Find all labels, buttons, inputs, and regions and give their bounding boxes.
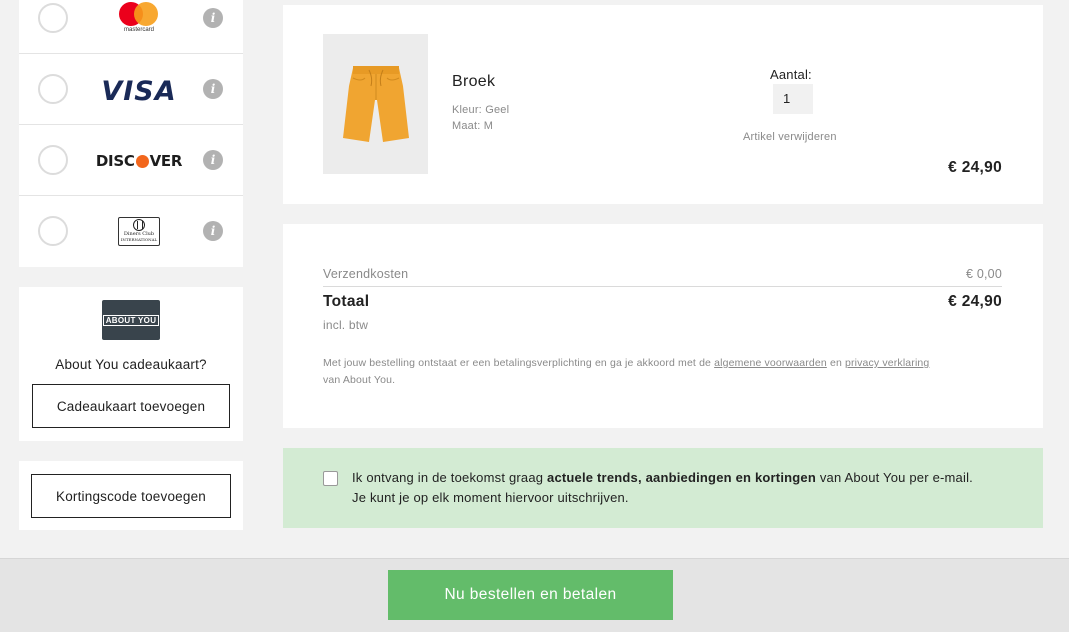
diners-club-logo: Diners Club INTERNATIONAL	[89, 216, 189, 246]
left-column: mastercard i VISA i DISC VER i Diners Clu…	[19, 0, 243, 530]
visa-radio[interactable]	[38, 74, 68, 104]
payment-option-visa[interactable]: VISA i	[19, 54, 243, 125]
discover-logo: DISC VER	[95, 152, 183, 170]
visa-logo: VISA	[101, 75, 177, 107]
place-order-button[interactable]: Nu bestellen en betalen	[388, 570, 673, 620]
total-value: € 24,90	[948, 293, 1002, 310]
info-icon[interactable]: i	[203, 79, 223, 99]
newsletter-optin: Ik ontvang in de toekomst graag actuele …	[283, 448, 1043, 528]
terms-link[interactable]: algemene voorwaarden	[714, 357, 827, 369]
shipping-value: € 0,00	[966, 267, 1002, 281]
mastercard-logo: mastercard	[89, 2, 189, 33]
newsletter-text: Ik ontvang in de toekomst graag actuele …	[352, 470, 973, 505]
cart-item-card: Broek Kleur: Geel Maat: M Aantal: 1 Arti…	[283, 5, 1043, 204]
mastercard-radio[interactable]	[38, 3, 68, 33]
product-image[interactable]	[323, 34, 428, 174]
info-icon[interactable]: i	[203, 150, 223, 170]
shipping-label: Verzendkosten	[323, 267, 409, 281]
quantity-label: Aantal:	[770, 67, 812, 82]
diners-radio[interactable]	[38, 216, 68, 246]
shipping-row: Verzendkosten € 0,00	[323, 267, 1002, 287]
add-coupon-button[interactable]: Kortingscode toevoegen	[31, 474, 231, 518]
payment-option-diners[interactable]: Diners Club INTERNATIONAL i	[19, 196, 243, 267]
product-name[interactable]: Broek	[452, 73, 495, 91]
mastercard-logo-text: mastercard	[123, 27, 154, 33]
product-color: Kleur: Geel	[452, 104, 510, 116]
shorts-image	[342, 66, 409, 142]
total-label: Totaal	[323, 293, 370, 310]
product-price: € 24,90	[948, 159, 1002, 176]
order-summary: Verzendkosten € 0,00 Totaal € 24,90 incl…	[283, 224, 1043, 428]
discover-radio[interactable]	[38, 145, 68, 175]
vat-note: incl. btw	[323, 318, 369, 332]
giftcard-question: About You cadeaukaart?	[55, 357, 207, 372]
checkout-footer: Nu bestellen en betalen	[0, 558, 1069, 632]
add-giftcard-button[interactable]: Cadeaukaart toevoegen	[32, 384, 230, 428]
privacy-link[interactable]: privacy verklaring	[845, 357, 929, 369]
info-icon[interactable]: i	[203, 221, 223, 241]
info-icon[interactable]: i	[203, 8, 223, 28]
product-size: Maat: M	[452, 120, 494, 132]
legal-text: Met jouw bestelling ontstaat er een beta…	[323, 357, 930, 386]
payment-option-discover[interactable]: DISC VER i	[19, 125, 243, 196]
payment-method-list: mastercard i VISA i DISC VER i Diners Clu…	[19, 0, 243, 267]
quantity-select[interactable]: 1	[773, 84, 813, 114]
about-you-giftcard-logo: ABOUT YOU	[102, 300, 160, 340]
remove-item-link[interactable]: Artikel verwijderen	[743, 131, 837, 143]
giftcard-panel: ABOUT YOU About You cadeaukaart? Cadeauk…	[19, 287, 243, 441]
payment-option-mastercard[interactable]: mastercard i	[19, 0, 243, 54]
newsletter-checkbox[interactable]	[323, 471, 338, 486]
coupon-panel: Kortingscode toevoegen	[19, 461, 243, 530]
total-row: Totaal € 24,90	[323, 293, 1002, 311]
